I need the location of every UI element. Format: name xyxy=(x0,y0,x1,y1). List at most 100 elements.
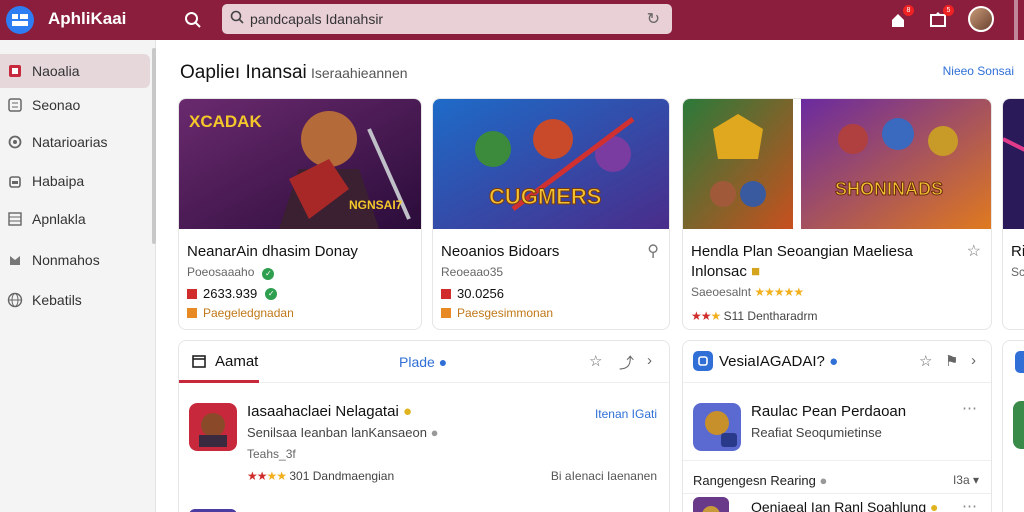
panel-peek xyxy=(1002,340,1024,512)
row-meta: Teahs_3f xyxy=(247,447,296,461)
tab-apps[interactable]: Aamat xyxy=(215,353,258,370)
search-field-icon xyxy=(230,10,244,27)
artwork-title: XCADAK xyxy=(189,112,262,131)
sidebar-item-label: Naoalia xyxy=(32,63,80,79)
artwork-title: CUGMERS xyxy=(489,184,601,209)
sidebar-item-kebatils[interactable]: Kebatils xyxy=(0,283,150,317)
verified-icon: ● xyxy=(829,353,839,370)
star-icon[interactable]: ☆ xyxy=(919,352,932,370)
rating-stars-icon: ★★★★ xyxy=(247,469,287,483)
artwork-title: SHONINADS xyxy=(835,179,943,199)
section-title: Oaplieı Inansai xyxy=(180,62,307,83)
top-scrollbar xyxy=(1014,0,1018,40)
notification-badge: 8 xyxy=(903,5,914,16)
panel-header: VesiaIAGADAI? ● ☆ ⚑ › xyxy=(683,341,991,383)
apps-panel: Aamat Plade ● ☆ ⤴ › Iasaahaclaei Nelagat… xyxy=(178,340,670,512)
refresh-icon[interactable]: ↻ xyxy=(647,9,660,29)
chevron-down-icon: ▾ xyxy=(972,473,979,487)
flag-icon[interactable]: ⚑ xyxy=(945,352,958,370)
more-options-icon[interactable]: ⋯ xyxy=(962,399,977,417)
price-tag-icon xyxy=(187,288,197,299)
sidebar-item-naoalia[interactable]: Naoalia xyxy=(0,54,150,88)
sidebar-item-nonmahos[interactable]: Nonmahos xyxy=(0,243,150,277)
row-tag: Rangengesn Rearing ● xyxy=(693,473,828,488)
logo-glyph-icon xyxy=(12,14,28,26)
divider xyxy=(683,493,991,494)
search-glyph-icon xyxy=(185,12,201,28)
share-icon[interactable]: ⤴ xyxy=(619,352,634,373)
card-title: Hendla Plan Seoangian Maeliesa xyxy=(691,243,913,260)
emoji-icon: ■ xyxy=(751,263,761,280)
tab-verified[interactable]: VesiaIAGADAI? ● xyxy=(719,353,838,370)
list-item[interactable]: Raulac Pean Perdaoan Reafiat Seoqumietin… xyxy=(683,393,991,461)
card-title: NeanarAin dhasim Donay xyxy=(187,243,358,260)
rating-stars-icon: ★★★ xyxy=(691,309,721,323)
sidebar-item-label: Nonmahos xyxy=(32,252,100,268)
sidebar-item-seonao[interactable]: Seonao xyxy=(0,88,150,122)
chevron-right-icon[interactable]: › xyxy=(647,352,652,369)
verified-icon: ✓ xyxy=(262,268,275,280)
app-thumbnail-image xyxy=(1013,401,1024,449)
panel-header: Aamat Plade ● ☆ ⤴ › xyxy=(179,341,669,383)
game-artwork-image: XCADAK NGNSAI7 xyxy=(179,99,421,229)
note-icon xyxy=(441,308,451,318)
sidebar-item-natarioarias[interactable]: Natarioarias xyxy=(0,125,150,159)
note-icon xyxy=(187,308,197,318)
puzzle-icon xyxy=(6,251,24,269)
card-price: 2633.939 ✓ xyxy=(187,286,278,301)
messages-icon[interactable]: 5 xyxy=(926,5,954,32)
star-icon[interactable]: ☆ xyxy=(967,241,981,261)
search-icon[interactable] xyxy=(180,7,206,33)
emoji-icon: ● xyxy=(402,403,413,420)
game-artwork-image xyxy=(1003,99,1024,229)
card-title-line2: Inlonsac ■ xyxy=(691,263,761,280)
panel-link[interactable]: Plade ● xyxy=(399,354,447,370)
verified-icon: ● xyxy=(430,425,439,440)
sidebar-item-apnlakla[interactable]: Apnlakla xyxy=(0,202,150,236)
app-thumbnail-image xyxy=(693,497,729,512)
card-note: Paesgesimmonan xyxy=(441,306,553,320)
row-link[interactable]: Itenan IGati xyxy=(595,407,657,421)
featured-card-peek[interactable]: Ri Sc xyxy=(1002,98,1024,330)
verified-icon: ● xyxy=(438,354,448,370)
game-artwork-image: SHONINADS xyxy=(683,99,991,229)
card-subtitle: Saeoesalnt ★★★★★ xyxy=(691,285,804,299)
more-options-icon[interactable]: ⋯ xyxy=(962,497,977,512)
row-subtitle: Senilsaa Ieanban lanKansaeon ● xyxy=(247,425,439,440)
row-rating: ★★★★ 301 Dandmaengian xyxy=(247,469,395,483)
card-subtitle: Reoeaao35 xyxy=(441,265,504,279)
sidebar-item-label: Natarioarias xyxy=(32,134,108,150)
search-bar[interactable]: ↻ xyxy=(222,4,672,34)
app-logo-icon[interactable] xyxy=(6,6,34,34)
sidebar: Naoalia Seonao Natarioarias Habaipa Apnl… xyxy=(0,40,156,512)
row-count[interactable]: I3a ▾ xyxy=(953,473,979,487)
rating-stars-icon: ★★★★★ xyxy=(754,285,804,299)
search-icon[interactable]: ⚲ xyxy=(647,241,659,261)
info-icon: ● xyxy=(819,473,828,488)
active-tab-indicator xyxy=(179,380,259,383)
avatar[interactable] xyxy=(968,6,994,32)
grid-icon xyxy=(6,62,24,80)
featured-card[interactable]: XCADAK NGNSAI7 NeanarAin dhasim Donay Po… xyxy=(178,98,422,330)
row-title: Raulac Pean Perdaoan xyxy=(751,403,907,420)
star-icon[interactable]: ☆ xyxy=(589,352,602,370)
row-title: Oeniaeal Ian Ranl Soahlung ● xyxy=(751,499,939,512)
notifications-icon[interactable]: 8 xyxy=(886,5,914,32)
sidebar-item-habaipa[interactable]: Habaipa xyxy=(0,164,150,198)
card-title: Ri xyxy=(1011,243,1024,260)
featured-card[interactable]: CUGMERS Neoanios Bidoars ⚲ Reoeaao35 30.… xyxy=(432,98,670,330)
row-title: Iasaahaclaei Nelagatai ● xyxy=(247,403,413,420)
chevron-right-icon[interactable]: › xyxy=(971,352,976,369)
search-input[interactable] xyxy=(250,8,630,30)
see-all-link[interactable]: Nieeo Sonsai xyxy=(943,64,1014,78)
app-store-icon xyxy=(1015,351,1024,373)
featured-card[interactable]: SHONINADS Hendla Plan Seoangian Maeliesa… xyxy=(682,98,992,330)
list-item[interactable]: Iasaahaclaei Nelagatai ● Itenan IGati Se… xyxy=(179,393,669,485)
app-store-icon xyxy=(693,351,713,371)
card-subtitle: Sc xyxy=(1011,265,1024,279)
sidebar-item-label: Seonao xyxy=(32,97,81,113)
calendar-icon xyxy=(189,351,209,371)
card-title: Neoanios Bidoars xyxy=(441,243,560,260)
check-icon: ✓ xyxy=(265,287,278,300)
messages-badge: 5 xyxy=(943,5,954,16)
